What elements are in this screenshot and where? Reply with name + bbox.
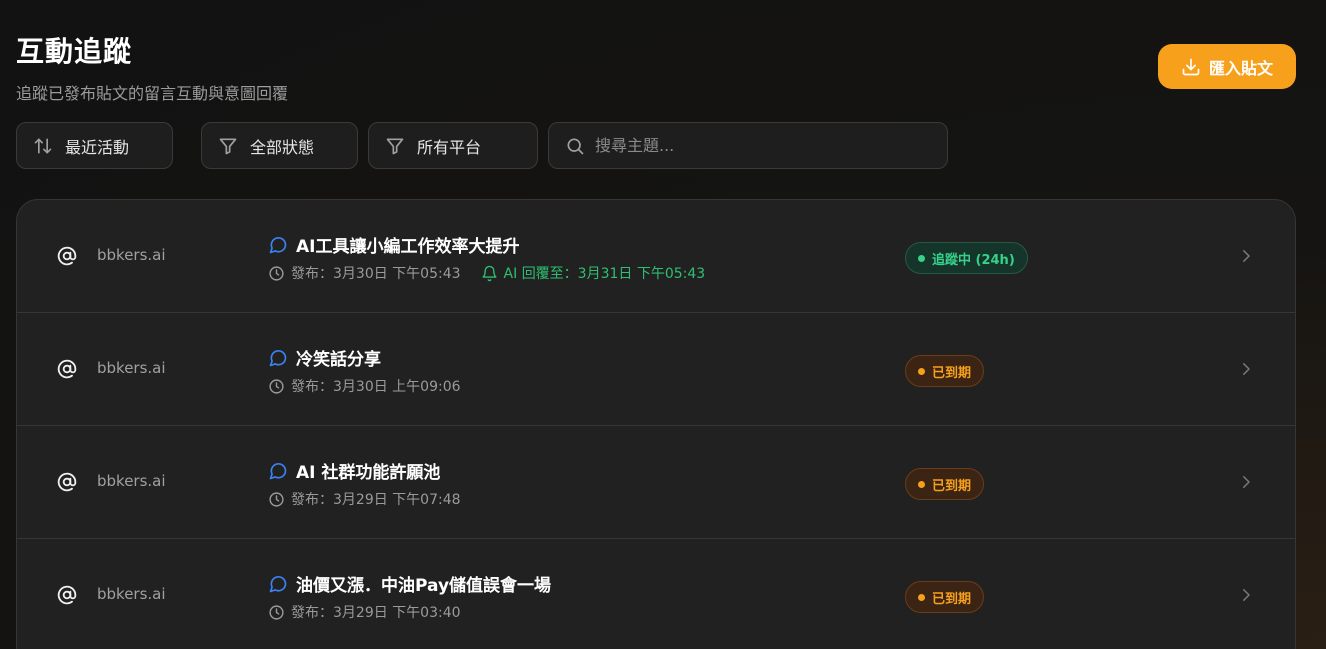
chevron-right-icon[interactable] xyxy=(1237,360,1255,378)
post-row[interactable]: bbkers.ai 油價又漲．中油Pay儲值誤會一場 發布：3月29日 下午03… xyxy=(17,539,1295,649)
sort-label: 最近活動 xyxy=(65,137,130,157)
at-sign-icon xyxy=(57,472,77,492)
post-list: bbkers.ai AI工具讓小編工作效率大提升 發布：3月30日 下午05:4… xyxy=(16,199,1296,649)
post-row[interactable]: bbkers.ai 冷笑話分享 發布：3月30日 上午09:06 已到期 xyxy=(17,313,1295,426)
import-posts-label: 匯入貼文 xyxy=(1208,58,1273,78)
status-text: 已到期 xyxy=(932,478,972,494)
published-time: 發布：3月30日 上午09:06 xyxy=(291,379,461,395)
at-sign-icon xyxy=(57,359,77,379)
page-title: 互動追蹤 xyxy=(16,35,133,68)
account-name: bbkers.ai xyxy=(97,246,166,264)
account-name: bbkers.ai xyxy=(97,585,166,603)
sort-dropdown[interactable]: 最近活動 xyxy=(16,122,173,169)
account-name: bbkers.ai xyxy=(97,359,166,377)
chat-bubble-icon xyxy=(269,575,287,592)
published-time: 發布：3月29日 下午07:48 xyxy=(291,492,461,508)
platform-filter-label: 所有平台 xyxy=(417,137,482,157)
status-badge: 已到期 xyxy=(905,355,985,387)
status-dot xyxy=(918,254,925,262)
page-header: 互動追蹤 追蹤已發布貼文的留言互動與意圖回覆 xyxy=(16,30,288,104)
search-box xyxy=(548,122,948,169)
status-dot xyxy=(918,593,925,601)
status-dot xyxy=(918,480,925,488)
post-title: 油價又漲．中油Pay儲值誤會一場 xyxy=(296,576,552,596)
status-filter-label: 全部狀態 xyxy=(250,137,315,157)
post-row[interactable]: bbkers.ai AI 社群功能許願池 發布：3月29日 下午07:48 已到… xyxy=(17,426,1295,539)
chat-bubble-icon xyxy=(269,462,287,479)
clock-icon xyxy=(269,491,284,507)
page-subtitle: 追蹤已發布貼文的留言互動與意圖回覆 xyxy=(16,84,289,103)
status-text: 已到期 xyxy=(932,365,972,381)
post-title: AI工具讓小編工作效率大提升 xyxy=(296,237,520,257)
ai-reply-text: AI 回覆至：3月31日 下午05:43 xyxy=(503,266,706,282)
post-title: 冷笑話分享 xyxy=(296,350,381,370)
published-time: 發布：3月29日 下午03:40 xyxy=(291,605,461,621)
sort-arrows-icon xyxy=(34,138,52,153)
post-title: AI 社群功能許願池 xyxy=(296,463,441,483)
chat-bubble-icon xyxy=(269,236,287,253)
published-time: 發布：3月30日 下午05:43 xyxy=(291,266,461,282)
download-icon xyxy=(1182,58,1200,75)
ai-reply-deadline: AI 回覆至：3月31日 下午05:43 xyxy=(481,263,706,283)
import-posts-button[interactable]: 匯入貼文 xyxy=(1158,44,1296,89)
chevron-right-icon[interactable] xyxy=(1237,473,1255,491)
chevron-right-icon[interactable] xyxy=(1237,586,1255,604)
status-text: 已到期 xyxy=(932,591,972,607)
clock-icon xyxy=(269,604,284,620)
at-sign-icon xyxy=(57,585,77,605)
search-icon xyxy=(567,138,584,154)
funnel-icon xyxy=(219,138,237,154)
status-badge: 追蹤中 (24h) xyxy=(905,242,1028,274)
clock-icon xyxy=(269,378,284,394)
status-badge: 已到期 xyxy=(905,581,985,613)
post-row[interactable]: bbkers.ai AI工具讓小編工作效率大提升 發布：3月30日 下午05:4… xyxy=(17,200,1295,313)
search-input[interactable] xyxy=(595,136,925,155)
chevron-right-icon[interactable] xyxy=(1237,247,1255,265)
chat-bubble-icon xyxy=(269,349,287,366)
at-sign-icon xyxy=(57,246,77,266)
clock-icon xyxy=(269,265,284,281)
status-text: 追蹤中 (24h) xyxy=(932,252,1015,268)
funnel-icon xyxy=(386,138,404,154)
status-badge: 已到期 xyxy=(905,468,985,500)
status-dot xyxy=(918,367,925,375)
account-name: bbkers.ai xyxy=(97,472,166,490)
platform-filter-dropdown[interactable]: 所有平台 xyxy=(368,122,538,169)
status-filter-dropdown[interactable]: 全部狀態 xyxy=(201,122,358,169)
bell-icon xyxy=(481,265,497,281)
